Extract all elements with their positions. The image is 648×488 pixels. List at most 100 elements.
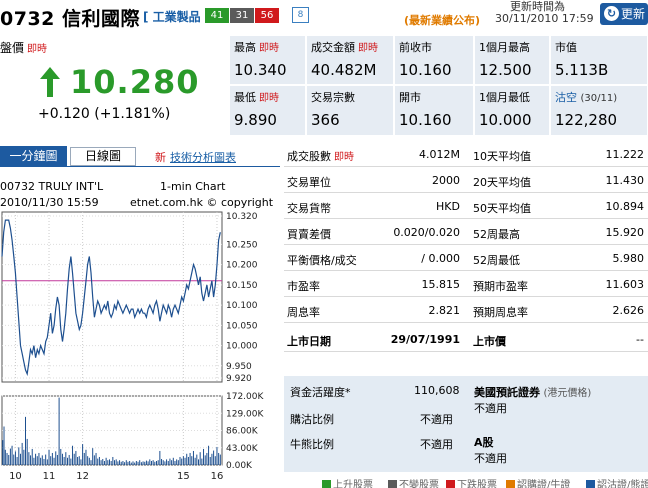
stats-row: 買賣差價 0.020/0.020 52周最高 15.920 xyxy=(284,221,648,245)
legend-label: 下跌股票 xyxy=(457,480,497,488)
tab-daily-chart[interactable]: 日線圖 xyxy=(70,147,136,166)
turnover-label: 成交金額 即時 xyxy=(311,41,378,54)
price-tick-label: 10.150 xyxy=(226,281,258,291)
open-label: 開市 xyxy=(399,91,421,104)
adr-sub: (港元價格) xyxy=(543,388,592,399)
trades-cell: 交易宗數 366 xyxy=(306,85,394,136)
stat-value-right: -- xyxy=(636,333,644,346)
stat-label-right: 預期市盈率 xyxy=(473,280,528,293)
price-tick-label: 10.100 xyxy=(226,301,258,311)
low-label: 最低 即時 xyxy=(234,91,279,104)
month-low-label: 1個月最低 xyxy=(479,91,530,104)
last-price: 10.280 xyxy=(70,63,200,101)
refresh-icon: ↻ xyxy=(604,6,619,21)
a-share-value: 不適用 xyxy=(474,452,507,465)
stock-title: 0732 信利國際 xyxy=(0,8,140,30)
stat-label: 周息率 xyxy=(287,306,320,319)
short-sell-link[interactable]: 沽空 xyxy=(555,91,577,104)
fall-count-badge[interactable]: 56 xyxy=(255,8,279,23)
chart-tabs: 一分鐘圖 日線圖 新 技術分析圖表 xyxy=(0,146,280,166)
high-value: 10.340 xyxy=(234,61,287,79)
stat-label: 市盈率 xyxy=(287,280,320,293)
refresh-label: 更新 xyxy=(621,7,646,21)
x-tick-label: 10 xyxy=(9,471,22,482)
stat-label-right: 50天平均值 xyxy=(473,202,531,215)
legend-swatch xyxy=(322,480,331,488)
price-tick-label: 10.000 xyxy=(226,342,258,352)
high-cell: 最高 即時 10.340 xyxy=(229,35,306,85)
x-axis: 10 11 12 15 16 xyxy=(9,471,223,482)
prev-close-cell: 前收市 10.160 xyxy=(394,35,474,85)
stats-row: 平衡價格/成交 / 0.000 52周最低 5.980 xyxy=(284,247,648,271)
legend-swatch xyxy=(506,480,515,488)
stats-row: 交易單位 2000 20天平均值 11.430 xyxy=(284,169,648,193)
a-share-title: A股 xyxy=(474,436,494,449)
legend-label: 認沽證/熊證 xyxy=(597,480,648,488)
up-arrow-icon xyxy=(40,67,60,97)
stat-label-right: 預期周息率 xyxy=(473,306,528,319)
legend-item: 不變股票 xyxy=(388,476,439,488)
price-tick-label: 9.950 xyxy=(226,362,252,372)
unchanged-count-badge[interactable]: 31 xyxy=(230,8,254,23)
realtime-tag: 即時 xyxy=(27,44,48,55)
stat-label: 成交股數 即時 xyxy=(287,150,354,163)
market-cap-label: 市值 xyxy=(555,41,577,54)
refresh-button[interactable]: ↻ 更新 xyxy=(600,3,648,25)
industry-list-icon[interactable]: 8 xyxy=(292,7,309,23)
high-label: 最高 即時 xyxy=(234,41,279,54)
bull-bear-label: 牛熊比例 xyxy=(290,438,334,451)
legend-label: 上升股票 xyxy=(333,480,373,488)
stat-value: 4.012M xyxy=(419,148,460,161)
stat-value-right: 11.430 xyxy=(605,174,645,187)
adr-value: 不適用 xyxy=(474,402,507,415)
activity-label: 資金活躍度* xyxy=(290,386,351,399)
open-cell: 開市 10.160 xyxy=(394,85,474,136)
rise-count-badge[interactable]: 41 xyxy=(205,8,229,23)
technical-analysis-link[interactable]: 技術分析圖表 xyxy=(170,149,236,165)
activity-value: 110,608 xyxy=(414,384,460,397)
stat-value: 2000 xyxy=(432,174,460,187)
stats-table: 成交股數 即時 4.012M 10天平均值 11.222 交易單位 2000 20天平均值 11… xyxy=(284,143,648,371)
market-cap-cell: 市值 5.113B xyxy=(550,35,648,85)
quote-block: 盤價 即時 10.280 +0.120 (+1.181%) 最高 即時 10.340… xyxy=(0,35,648,136)
volume-tick-label: 43.00K xyxy=(226,444,259,454)
stat-value: 2.821 xyxy=(428,304,461,317)
chart-timestamp: 2010/11/30 15:59 xyxy=(0,196,99,209)
stat-label: 交易單位 xyxy=(287,176,331,189)
turnover-cell: 成交金額 即時 40.482M xyxy=(306,35,394,85)
legend-item: 下跌股票 xyxy=(446,476,497,488)
update-time: 30/11/2010 17:59 xyxy=(495,12,594,25)
tab-minute-chart[interactable]: 一分鐘圖 xyxy=(0,146,67,166)
price-tick-label: 10.050 xyxy=(226,321,258,331)
stat-label: 交易貨幣 xyxy=(287,202,331,215)
x-tick-label: 11 xyxy=(43,471,56,482)
month-high-label: 1個月最高 xyxy=(479,41,530,54)
x-tick-label: 15 xyxy=(177,471,190,482)
stat-value: / 0.000 xyxy=(421,252,460,265)
stat-value: 0.020/0.020 xyxy=(393,226,460,239)
price-tick-label: 9.920 xyxy=(226,374,252,384)
main-price-panel: 盤價 即時 10.280 +0.120 (+1.181%) xyxy=(0,35,229,136)
short-sell-value: 122,280 xyxy=(555,111,618,129)
market-cap-value: 5.113B xyxy=(555,61,609,79)
month-low-value: 10.000 xyxy=(479,111,532,129)
legend-swatch xyxy=(586,480,595,488)
stat-value-right: 11.222 xyxy=(605,148,645,161)
volume-tick-label: 129.00K xyxy=(226,409,264,419)
industry-link[interactable]: [ 工業製品 ] xyxy=(143,8,210,25)
stat-value-right: 15.920 xyxy=(605,226,645,239)
bull-bear-value: 不適用 xyxy=(420,438,453,451)
month-low-cell: 1個月最低 10.000 xyxy=(474,85,550,136)
volume-tick-label: 172.00K xyxy=(226,392,264,402)
nominal-label-text: 盤價 xyxy=(0,41,25,55)
legend-item: 上升股票 xyxy=(322,476,373,488)
nominal-price-label: 盤價 即時 xyxy=(0,39,47,56)
short-sell-label: 沽空 (30/11) xyxy=(555,91,618,104)
legend-label: 認購證/牛證 xyxy=(517,480,571,488)
price-plot: 10.320 10.250 10.200 10.150 10.100 10.050 10.0… xyxy=(1,211,258,384)
stats-row: 周息率 2.821 預期周息率 2.626 xyxy=(284,299,648,323)
month-high-value: 12.500 xyxy=(479,61,532,79)
latest-results-link[interactable]: (最新業績公布) xyxy=(404,12,480,28)
legend-label: 不變股票 xyxy=(399,480,439,488)
stats-row: 交易貨幣 HKD 50天平均值 10.894 xyxy=(284,195,648,219)
